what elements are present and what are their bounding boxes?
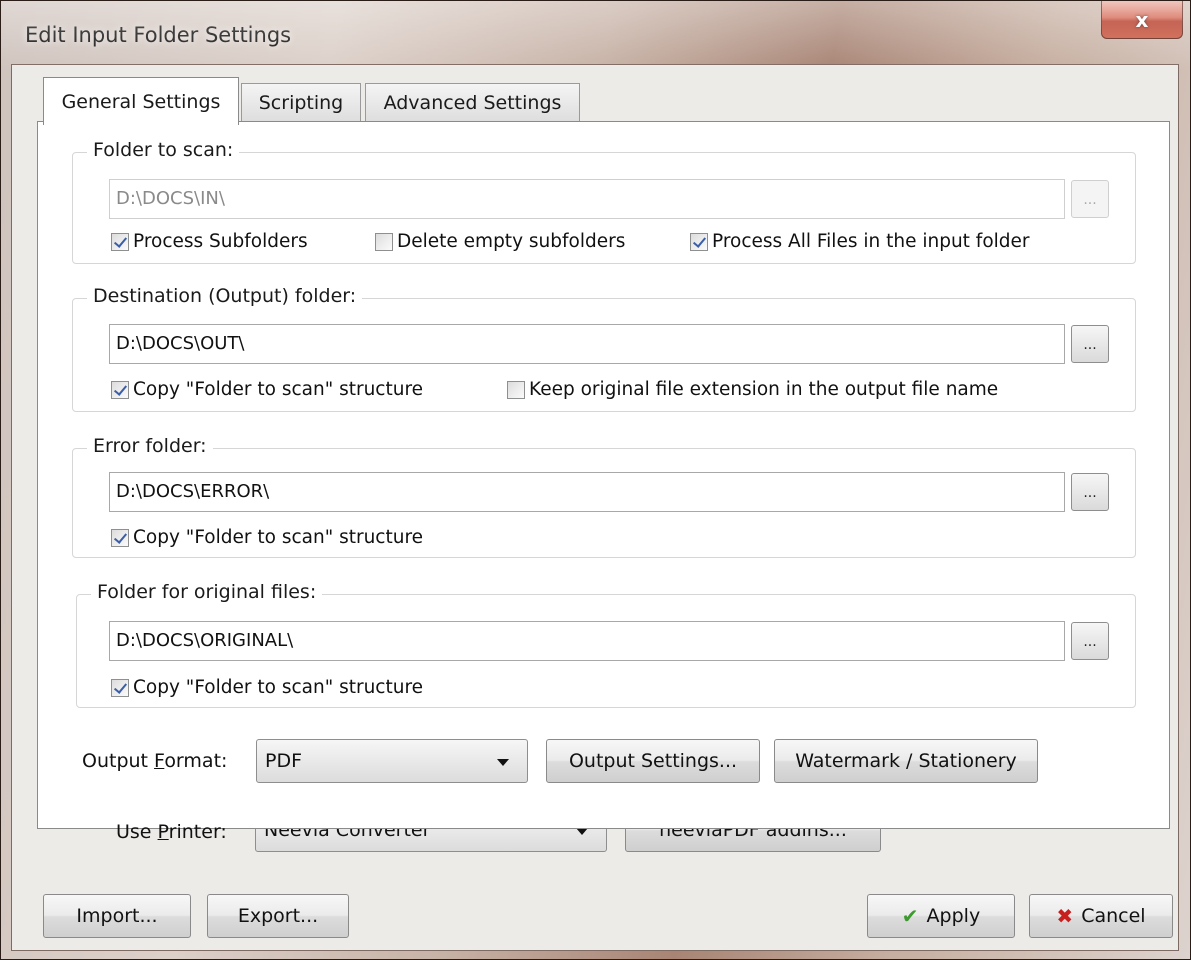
tab-scripting[interactable]: Scripting — [241, 83, 361, 121]
chevron-down-icon — [497, 759, 509, 766]
checkbox-label: Copy "Folder to scan" structure — [133, 379, 424, 400]
scan-folder-input[interactable]: D:\DOCS\IN\ — [109, 179, 1065, 219]
dest-copy-structure-checkbox[interactable]: Copy "Folder to scan" structure — [111, 379, 423, 400]
destination-folder-group: Destination (Output) folder: D:\DOCS\OUT… — [72, 285, 1136, 412]
process-all-files-checkbox[interactable]: Process All Files in the input folder — [690, 231, 1030, 252]
delete-empty-subfolders-checkbox[interactable]: Delete empty subfolders — [375, 231, 625, 252]
error-copy-structure-checkbox[interactable]: Copy "Folder to scan" structure — [111, 527, 423, 548]
use-printer-label: Use Printer: — [116, 821, 227, 843]
tab-label: General Settings — [61, 90, 221, 113]
original-copy-structure-checkbox[interactable]: Copy "Folder to scan" structure — [111, 677, 423, 698]
checkbox-checked-icon — [111, 528, 129, 547]
checkbox-label: Process Subfolders — [133, 231, 308, 252]
close-icon: x — [1135, 7, 1149, 32]
error-folder-input[interactable]: D:\DOCS\ERROR\ — [109, 472, 1065, 512]
window-frame: Edit Input Folder Settings x General Set… — [0, 0, 1191, 960]
tab-general-settings[interactable]: General Settings — [43, 77, 239, 125]
scan-folder-browse-button[interactable]: ... — [1071, 180, 1109, 218]
error-folder-browse-button[interactable]: ... — [1071, 473, 1109, 511]
original-folder-legend: Folder for original files: — [91, 581, 323, 603]
close-button[interactable]: x — [1101, 1, 1183, 39]
ellipsis-icon: ... — [1083, 337, 1097, 353]
destination-folder-legend: Destination (Output) folder: — [87, 285, 363, 307]
chevron-down-icon — [576, 828, 588, 835]
scan-folder-legend: Folder to scan: — [87, 139, 240, 161]
checkbox-checked-icon — [111, 232, 129, 251]
ellipsis-icon: ... — [1083, 485, 1097, 501]
import-button[interactable]: Import... — [43, 894, 191, 938]
ellipsis-icon: ... — [1083, 634, 1097, 650]
output-settings-button[interactable]: Output Settings... — [546, 739, 760, 783]
checkbox-checked-icon — [111, 678, 129, 697]
ellipsis-icon: ... — [1083, 192, 1097, 208]
error-folder-group: Error folder: D:\DOCS\ERROR\ ... Copy "F… — [72, 435, 1136, 558]
checkbox-label: Process All Files in the input folder — [712, 231, 1030, 252]
checkbox-checked-icon — [690, 232, 708, 251]
apply-button[interactable]: ✔ Apply — [867, 894, 1015, 938]
tab-label: Advanced Settings — [383, 91, 562, 114]
tab-label: Scripting — [258, 91, 344, 114]
x-icon: ✖ — [1056, 904, 1074, 928]
original-folder-group: Folder for original files: D:\DOCS\ORIGI… — [76, 581, 1136, 708]
checkmark-icon: ✔ — [901, 904, 919, 928]
watermark-stationery-button[interactable]: Watermark / Stationery — [774, 739, 1038, 783]
destination-folder-browse-button[interactable]: ... — [1071, 325, 1109, 363]
button-label: Cancel — [1081, 905, 1146, 927]
button-label: Watermark / Stationery — [795, 750, 1017, 772]
checkbox-label: Copy "Folder to scan" structure — [133, 527, 424, 548]
export-button[interactable]: Export... — [207, 894, 349, 938]
output-format-value: PDF — [265, 750, 303, 772]
destination-folder-input[interactable]: D:\DOCS\OUT\ — [109, 324, 1065, 364]
button-label: Apply — [926, 905, 981, 927]
window-title: Edit Input Folder Settings — [25, 23, 292, 47]
checkbox-label: Delete empty subfolders — [397, 231, 626, 252]
process-subfolders-checkbox[interactable]: Process Subfolders — [111, 231, 308, 252]
output-format-select[interactable]: PDF — [256, 739, 528, 783]
scan-folder-group: Folder to scan: D:\DOCS\IN\ ... Process … — [72, 139, 1136, 264]
keep-extension-checkbox[interactable]: Keep original file extension in the outp… — [507, 379, 998, 400]
output-format-label: Output Format: — [82, 750, 228, 772]
general-settings-panel: Folder to scan: D:\DOCS\IN\ ... Process … — [37, 121, 1170, 843]
tab-advanced-settings[interactable]: Advanced Settings — [365, 83, 580, 121]
original-folder-input[interactable]: D:\DOCS\ORIGINAL\ — [109, 621, 1065, 661]
original-folder-browse-button[interactable]: ... — [1071, 622, 1109, 660]
checkbox-label: Keep original file extension in the outp… — [529, 379, 999, 400]
button-label: Output Settings... — [568, 750, 738, 772]
button-label: Export... — [237, 905, 319, 927]
cancel-button[interactable]: ✖ Cancel — [1029, 894, 1173, 938]
checkbox-label: Copy "Folder to scan" structure — [133, 677, 424, 698]
checkbox-unchecked-icon — [507, 380, 525, 399]
checkbox-unchecked-icon — [375, 232, 393, 251]
error-folder-legend: Error folder: — [87, 435, 213, 457]
button-label: Import... — [76, 905, 158, 927]
checkbox-checked-icon — [111, 380, 129, 399]
